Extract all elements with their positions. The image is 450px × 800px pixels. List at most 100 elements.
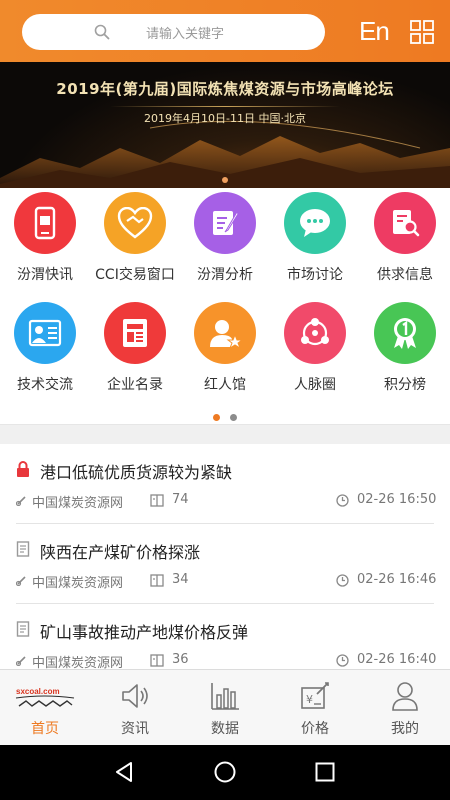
promo-banner[interactable]: 2019年(第九届)国际炼焦煤资源与市场高峰论坛 2019年4月10日-11日 … bbox=[0, 62, 450, 188]
news-title: 陕西在产煤矿价格探涨 bbox=[40, 543, 201, 562]
tab-label: 我的 bbox=[391, 721, 419, 737]
id-card-icon bbox=[28, 319, 62, 347]
tab-profile[interactable]: 我的 bbox=[360, 670, 450, 746]
menu-pager bbox=[0, 406, 450, 425]
news-meta: 中国煤炭资源网 36 02-26 16:40 bbox=[0, 652, 450, 671]
menu-item-label: 市场讨论 bbox=[287, 267, 343, 283]
grid-icon[interactable] bbox=[410, 20, 434, 44]
views-icon bbox=[150, 494, 164, 507]
clock-icon bbox=[336, 574, 349, 587]
tab-label: 资讯 bbox=[121, 721, 149, 737]
clock-icon bbox=[336, 494, 349, 507]
tab-home[interactable]: sxcoal.com 首页 bbox=[0, 670, 90, 746]
menu-item-influencer-hall[interactable]: 红人馆 bbox=[180, 298, 270, 398]
menu-item-fenwei-analysis[interactable]: 汾渭分析 bbox=[180, 188, 270, 288]
menu-icon-circle bbox=[104, 192, 166, 254]
back-icon[interactable] bbox=[112, 760, 136, 784]
news-source: 中国煤炭资源网 bbox=[32, 496, 124, 511]
menu-item-points-leaderboard[interactable]: 积分榜 bbox=[360, 298, 450, 398]
bottom-tab-bar: sxcoal.com 首页 资讯 数据 ¥ 价格 我的 bbox=[0, 669, 450, 745]
menu-item-label: 红人馆 bbox=[204, 377, 246, 393]
menu-icon-circle bbox=[374, 302, 436, 364]
menu-icon-circle bbox=[194, 302, 256, 364]
menu-item-label: 汾渭分析 bbox=[197, 267, 253, 283]
menu-icon-circle bbox=[14, 192, 76, 254]
home-logo-icon: sxcoal.com bbox=[15, 687, 75, 707]
user-icon bbox=[392, 682, 418, 711]
home-circle-icon[interactable] bbox=[213, 760, 237, 784]
menu-icon-circle bbox=[14, 302, 76, 364]
menu-item-label: 技术交流 bbox=[17, 377, 73, 393]
link-icon bbox=[16, 656, 26, 666]
menu-item-network-circle[interactable]: 人脉圈 bbox=[270, 298, 360, 398]
tab-data[interactable]: 数据 bbox=[180, 670, 270, 746]
menu-item-label: 供求信息 bbox=[377, 267, 433, 283]
lock-icon bbox=[17, 461, 29, 477]
tab-label: 首页 bbox=[31, 721, 59, 737]
tab-news[interactable]: 资讯 bbox=[90, 670, 180, 746]
language-toggle[interactable]: En bbox=[359, 16, 390, 47]
bar-chart-icon bbox=[211, 683, 239, 710]
menu-icon-circle bbox=[194, 192, 256, 254]
tab-price[interactable]: ¥ 价格 bbox=[270, 670, 360, 746]
menu-pager-dot[interactable] bbox=[229, 414, 237, 421]
news-time: 02-26 16:50 bbox=[357, 492, 437, 507]
document-icon bbox=[16, 621, 30, 637]
news-source: 中国煤炭资源网 bbox=[32, 576, 124, 591]
menu-item-label: CCI交易窗口 bbox=[95, 267, 175, 283]
link-icon bbox=[16, 576, 26, 586]
medal-icon bbox=[394, 318, 416, 349]
news-views: 34 bbox=[172, 572, 189, 587]
directory-icon bbox=[123, 319, 147, 347]
tab-label: 价格 bbox=[301, 721, 329, 737]
feature-menu: 汾渭快讯 CCI交易窗口 汾渭分析 市场讨论 供求信息 技术交流 企业名录 红人… bbox=[0, 188, 450, 424]
menu-item-fenwei-news[interactable]: 汾渭快讯 bbox=[0, 188, 90, 288]
news-item[interactable]: 陕西在产煤矿价格探涨 中国煤炭资源网 34 02-26 16:46 bbox=[0, 524, 450, 604]
menu-item-label: 汾渭快讯 bbox=[17, 267, 73, 283]
news-time: 02-26 16:40 bbox=[357, 652, 437, 667]
views-icon bbox=[150, 574, 164, 587]
top-header: 请输入关键字 En bbox=[0, 0, 450, 62]
banner-divider bbox=[110, 106, 340, 107]
views-icon bbox=[150, 654, 164, 667]
search-placeholder: 请输入关键字 bbox=[146, 27, 225, 42]
search-document-icon bbox=[393, 210, 420, 237]
news-title: 港口低硫优质货源较为紧缺 bbox=[40, 463, 233, 482]
svg-text:sxcoal.com: sxcoal.com bbox=[16, 687, 60, 696]
search-icon bbox=[94, 24, 110, 40]
menu-icon-circle bbox=[374, 192, 436, 254]
menu-item-supply-demand[interactable]: 供求信息 bbox=[360, 188, 450, 288]
handshake-heart-icon bbox=[117, 207, 153, 239]
recents-square-icon[interactable] bbox=[313, 760, 337, 784]
news-time: 02-26 16:46 bbox=[357, 572, 437, 587]
section-divider bbox=[0, 424, 450, 444]
search-bar[interactable]: 请输入关键字 bbox=[22, 14, 325, 50]
menu-item-company-directory[interactable]: 企业名录 bbox=[90, 298, 180, 398]
user-star-icon bbox=[210, 320, 242, 349]
svg-text:¥: ¥ bbox=[306, 693, 313, 706]
edit-document-icon bbox=[213, 210, 239, 235]
menu-icon-circle bbox=[284, 302, 346, 364]
chat-bubble-icon bbox=[300, 209, 330, 237]
link-icon bbox=[16, 496, 26, 506]
network-icon bbox=[301, 318, 329, 346]
news-meta: 中国煤炭资源网 34 02-26 16:46 bbox=[0, 572, 450, 591]
system-navigation-bar bbox=[0, 745, 450, 800]
menu-icon-circle bbox=[104, 302, 166, 364]
news-views: 36 bbox=[172, 652, 189, 667]
menu-item-label: 积分榜 bbox=[384, 377, 426, 393]
menu-item-market-discussion[interactable]: 市场讨论 bbox=[270, 188, 360, 288]
menu-pager-dot-active[interactable] bbox=[213, 414, 221, 421]
banner-title: 2019年(第九届)国际炼焦煤资源与市场高峰论坛 bbox=[56, 80, 394, 98]
news-views: 74 bbox=[172, 492, 189, 507]
news-item[interactable]: 港口低硫优质货源较为紧缺 中国煤炭资源网 74 02-26 16:50 bbox=[0, 444, 450, 524]
tab-label: 数据 bbox=[211, 721, 239, 737]
news-meta: 中国煤炭资源网 74 02-26 16:50 bbox=[0, 492, 450, 511]
document-icon bbox=[16, 541, 30, 557]
menu-icon-circle bbox=[284, 192, 346, 254]
menu-item-tech-exchange[interactable]: 技术交流 bbox=[0, 298, 90, 398]
banner-pager-dot bbox=[222, 177, 228, 183]
menu-item-label: 人脉圈 bbox=[294, 377, 336, 393]
menu-item-label: 企业名录 bbox=[107, 377, 163, 393]
menu-item-cci-trade[interactable]: CCI交易窗口 bbox=[90, 188, 180, 288]
